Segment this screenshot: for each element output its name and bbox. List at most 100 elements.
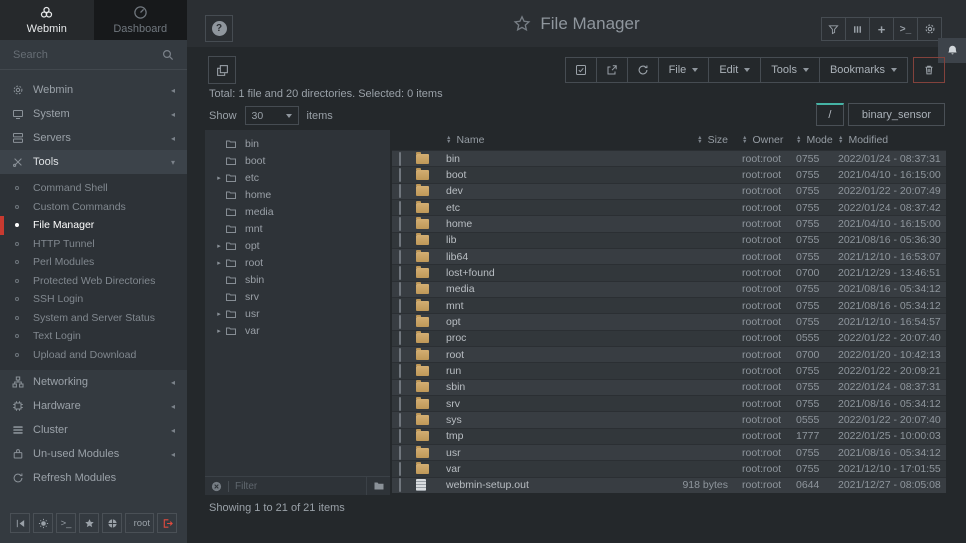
tree-folder-button[interactable] (366, 477, 390, 495)
sidebar-item-ssh-login[interactable]: SSH Login (0, 290, 187, 309)
breadcrumb-root-button[interactable]: / (816, 103, 844, 126)
logout-button[interactable] (157, 513, 177, 533)
row-checkbox[interactable] (399, 348, 401, 362)
expand-arrow-icon[interactable]: ▸ (213, 310, 225, 318)
table-row-opt[interactable]: optroot:root07552021/12/10 - 16:54:57 (392, 313, 946, 329)
table-row-etc[interactable]: etcroot:root07552022/01/24 - 08:37:42 (392, 199, 946, 215)
sidebar-item-custom-commands[interactable]: Custom Commands (0, 198, 187, 217)
expand-arrow-icon[interactable]: ▸ (213, 174, 225, 182)
terminal-button[interactable]: >_ (893, 17, 918, 41)
favorite-star-icon[interactable] (513, 15, 531, 33)
sidebar-item-upload-and-download[interactable]: Upload and Download (0, 346, 187, 365)
select-all-button[interactable] (565, 57, 597, 83)
sidebar-item-servers[interactable]: Servers◂ (0, 126, 187, 150)
row-checkbox[interactable] (399, 429, 401, 443)
tree-item-srv[interactable]: srv (205, 288, 390, 305)
tools-menu-button[interactable]: Tools (760, 57, 820, 83)
table-row-bin[interactable]: binroot:root07552022/01/24 - 08:37:31 (392, 150, 946, 166)
row-checkbox[interactable] (399, 380, 401, 394)
sidebar-item-refresh-modules[interactable]: Refresh Modules (0, 466, 187, 490)
table-row-mnt[interactable]: mntroot:root07552021/08/16 - 05:34:12 (392, 297, 946, 313)
row-checkbox[interactable] (399, 331, 401, 345)
tree-item-etc[interactable]: ▸etc (205, 169, 390, 186)
add-button[interactable]: + (869, 17, 894, 41)
column-header-name[interactable]: ▲▼ Name (446, 134, 670, 146)
tab-dashboard[interactable]: Dashboard (94, 0, 188, 40)
tree-item-usr[interactable]: ▸usr (205, 305, 390, 322)
favorites-button[interactable] (79, 513, 99, 533)
edit-menu-button[interactable]: Edit (708, 57, 761, 83)
tree-item-media[interactable]: media (205, 203, 390, 220)
row-checkbox[interactable] (399, 152, 401, 166)
file-menu-button[interactable]: File (658, 57, 710, 83)
shell-button[interactable]: >_ (56, 513, 76, 533)
table-row-boot[interactable]: bootroot:root07552021/04/10 - 16:15:00 (392, 166, 946, 182)
tree-item-sbin[interactable]: sbin (205, 271, 390, 288)
sidebar-item-hardware[interactable]: Hardware◂ (0, 394, 187, 418)
sidebar-item-un-used-modules[interactable]: Un-used Modules◂ (0, 442, 187, 466)
collapse-sidebar-button[interactable] (10, 513, 30, 533)
language-button[interactable] (102, 513, 122, 533)
tree-filter-input[interactable] (235, 481, 366, 492)
user-button[interactable]: root (125, 513, 154, 533)
table-row-usr[interactable]: usrroot:root07552021/08/16 - 05:34:12 (392, 444, 946, 460)
share-button[interactable] (596, 57, 628, 83)
column-header-owner[interactable]: ▲▼ Owner (728, 134, 794, 146)
column-header-mode[interactable]: ▲▼ Mode (794, 134, 838, 146)
sidebar-item-text-login[interactable]: Text Login (0, 327, 187, 346)
row-checkbox[interactable] (399, 233, 401, 247)
row-checkbox[interactable] (399, 413, 401, 427)
sidebar-item-file-manager[interactable]: File Manager (0, 216, 187, 235)
row-checkbox[interactable] (399, 184, 401, 198)
table-row-dev[interactable]: devroot:root07552022/01/22 - 20:07:49 (392, 183, 946, 199)
sidebar-item-command-shell[interactable]: Command Shell (0, 179, 187, 198)
row-checkbox[interactable] (399, 478, 401, 492)
sidebar-item-networking[interactable]: Networking◂ (0, 370, 187, 394)
table-row-lib64[interactable]: lib64root:root07552021/12/10 - 16:53:07 (392, 248, 946, 264)
sidebar-item-perl-modules[interactable]: Perl Modules (0, 253, 187, 272)
table-row-srv[interactable]: srvroot:root07552021/08/16 - 05:34:12 (392, 395, 946, 411)
sidebar-item-tools[interactable]: Tools▾ (0, 150, 187, 174)
theme-sun-button[interactable] (33, 513, 53, 533)
table-row-var[interactable]: varroot:root07552021/12/10 - 17:01:55 (392, 460, 946, 476)
table-row-tmp[interactable]: tmproot:root17772022/01/25 - 10:00:03 (392, 428, 946, 444)
table-row-webmin-setup-out[interactable]: webmin-setup.out918 bytesroot:root064420… (392, 477, 946, 493)
tree-item-bin[interactable]: bin (205, 135, 390, 152)
refresh-button[interactable] (627, 57, 659, 83)
row-checkbox[interactable] (399, 282, 401, 296)
trash-button[interactable] (913, 57, 945, 83)
sidebar-item-http-tunnel[interactable]: HTTP Tunnel (0, 235, 187, 254)
row-checkbox[interactable] (399, 462, 401, 476)
tree-item-mnt[interactable]: mnt (205, 220, 390, 237)
tab-webmin[interactable]: Webmin (0, 0, 94, 40)
copy-path-button[interactable] (208, 56, 236, 84)
clear-filter-icon[interactable] (211, 481, 222, 492)
table-row-run[interactable]: runroot:root07552022/01/22 - 20:09:21 (392, 362, 946, 378)
expand-arrow-icon[interactable]: ▸ (213, 259, 225, 267)
column-header-size[interactable]: ▲▼ Size (670, 134, 728, 146)
row-checkbox[interactable] (399, 299, 401, 313)
table-row-lib[interactable]: libroot:root07552021/08/16 - 05:36:30 (392, 232, 946, 248)
tree-item-home[interactable]: home (205, 186, 390, 203)
table-row-home[interactable]: homeroot:root07552021/04/10 - 16:15:00 (392, 215, 946, 231)
sidebar-item-protected-web-directories[interactable]: Protected Web Directories (0, 272, 187, 291)
sidebar-item-system[interactable]: System◂ (0, 102, 187, 126)
row-checkbox[interactable] (399, 168, 401, 182)
row-checkbox[interactable] (399, 266, 401, 280)
sidebar-item-system-and-server-status[interactable]: System and Server Status (0, 309, 187, 328)
row-checkbox[interactable] (399, 201, 401, 215)
row-checkbox[interactable] (399, 446, 401, 460)
table-row-proc[interactable]: procroot:root05552022/01/22 - 20:07:40 (392, 330, 946, 346)
table-row-sys[interactable]: sysroot:root05552022/01/22 - 20:07:40 (392, 411, 946, 427)
search-input[interactable] (13, 49, 156, 61)
column-header-modified[interactable]: ▲▼ Modified (838, 134, 946, 146)
bookmarks-menu-button[interactable]: Bookmarks (819, 57, 908, 83)
row-checkbox[interactable] (399, 364, 401, 378)
sidebar-item-webmin[interactable]: Webmin◂ (0, 78, 187, 102)
breadcrumb-segment[interactable]: binary_sensor (848, 103, 945, 126)
tree-item-boot[interactable]: boot (205, 152, 390, 169)
table-row-sbin[interactable]: sbinroot:root07552022/01/24 - 08:37:31 (392, 379, 946, 395)
expand-arrow-icon[interactable]: ▸ (213, 242, 225, 250)
row-checkbox[interactable] (399, 217, 401, 231)
tree-item-root[interactable]: ▸root (205, 254, 390, 271)
